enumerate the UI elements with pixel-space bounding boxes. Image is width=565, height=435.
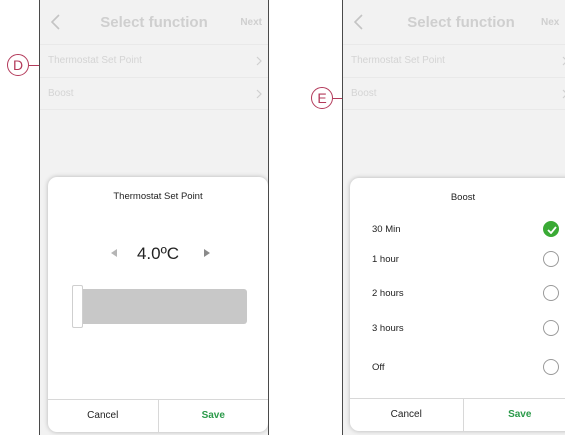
temperature-stepper: 4.0ºC <box>48 243 268 265</box>
page-title: Select function <box>407 14 515 31</box>
dialog-title: Boost <box>450 192 476 203</box>
radio-selected[interactable] <box>543 221 559 237</box>
option-30-min[interactable]: 30 Min <box>350 221 565 241</box>
dialog-title: Thermostat Set Point <box>113 191 203 202</box>
option-2-hours[interactable]: 2 hours <box>350 285 565 305</box>
temperature-value: 4.0ºC <box>136 244 180 263</box>
callout-e-label: E <box>311 87 333 109</box>
option-label: 3 hours <box>372 323 404 334</box>
option-label: 2 hours <box>372 288 404 299</box>
list-item-thermostat-set-point[interactable]: Thermostat Set Point <box>40 44 268 77</box>
radio-button[interactable] <box>543 359 559 375</box>
header: Select function Next <box>40 0 268 44</box>
next-button[interactable]: Next <box>240 17 262 28</box>
option-label: 30 Min <box>372 224 401 235</box>
function-list: Thermostat Set Point Boost <box>40 44 268 110</box>
save-button[interactable]: Save <box>159 400 269 432</box>
right-screen: Select function Nex Thermostat Set Point… <box>342 0 565 435</box>
check-icon <box>547 226 557 234</box>
radio-button[interactable] <box>543 320 559 336</box>
chevron-right-icon <box>256 89 262 99</box>
option-3-hours[interactable]: 3 hours <box>350 320 565 340</box>
list-item-boost[interactable]: Boost <box>40 77 268 110</box>
dialog-footer: Cancel Save <box>350 398 565 431</box>
arrow-right-icon[interactable] <box>204 249 210 257</box>
page-title: Select function <box>100 14 208 31</box>
option-off[interactable]: Off <box>350 359 565 379</box>
set-point-dialog: Thermostat Set Point 4.0ºC Cancel Save <box>48 177 268 432</box>
boost-dialog: Boost 30 Min 1 hour 2 hours 3 hours Off <box>350 178 565 431</box>
option-1-hour[interactable]: 1 hour <box>350 251 565 271</box>
left-screen: Select function Next Thermostat Set Poin… <box>39 0 269 435</box>
temperature-slider-track[interactable] <box>75 289 247 324</box>
function-list: Thermostat Set Point Boost <box>343 44 565 110</box>
list-item-label: Boost <box>48 88 74 99</box>
next-button[interactable]: Nex <box>541 17 559 28</box>
temperature-slider-handle[interactable] <box>72 285 83 328</box>
save-button[interactable]: Save <box>464 399 565 431</box>
option-label: 1 hour <box>372 254 399 265</box>
list-item-boost[interactable]: Boost <box>343 77 565 110</box>
cancel-button[interactable]: Cancel <box>48 400 159 432</box>
list-item-label: Boost <box>351 88 377 99</box>
chevron-right-icon <box>256 56 262 66</box>
radio-button[interactable] <box>543 285 559 301</box>
list-item-thermostat-set-point[interactable]: Thermostat Set Point <box>343 44 565 77</box>
option-label: Off <box>372 362 385 373</box>
header: Select function Nex <box>343 0 565 44</box>
cancel-button[interactable]: Cancel <box>350 399 464 431</box>
callout-d-label: D <box>7 54 29 76</box>
list-item-label: Thermostat Set Point <box>351 55 445 66</box>
dialog-footer: Cancel Save <box>48 399 268 432</box>
radio-button[interactable] <box>543 251 559 267</box>
list-item-label: Thermostat Set Point <box>48 55 142 66</box>
